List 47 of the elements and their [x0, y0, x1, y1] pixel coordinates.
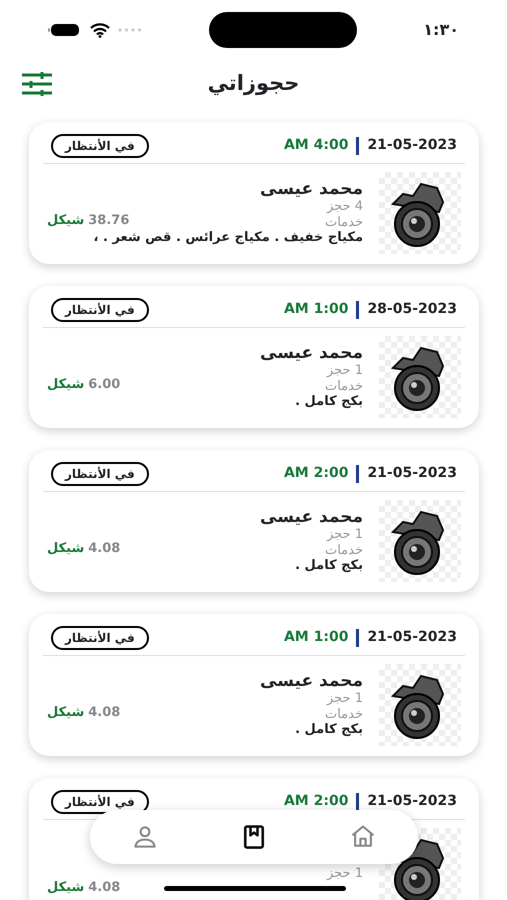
- price-amount: 38.76: [88, 212, 130, 230]
- services-list: مكياج خفيف . مكياج عرائس . قص شعر . ،: [47, 230, 363, 248]
- services-label: خدمات: [324, 542, 363, 558]
- booking-date: 21-05-2023: [367, 792, 457, 811]
- customer-name: محمد عيسى: [259, 342, 363, 364]
- filter-sliders-icon[interactable]: [22, 72, 52, 96]
- booking-time: AM 1:00: [284, 300, 348, 319]
- status-time: ١:٣٠: [423, 19, 459, 41]
- price-amount: 4.08: [88, 704, 120, 722]
- price-currency: شيكل: [47, 212, 84, 230]
- price-currency: شيكل: [47, 704, 84, 722]
- services-label: خدمات: [324, 378, 363, 394]
- booking-time: AM 1:00: [284, 628, 348, 647]
- price-currency: شيكل: [47, 540, 84, 558]
- price-amount: 4.08: [88, 879, 120, 898]
- status-pill: في الأنتظار: [51, 134, 149, 158]
- customer-name: محمد عيسى: [259, 506, 363, 528]
- booking-count: 4 حجز: [326, 199, 363, 215]
- booking-time: AM 2:00: [284, 792, 348, 811]
- page-title: حجوزاتي: [208, 71, 300, 97]
- booking-count: 1 حجز: [326, 363, 363, 379]
- customer-name: محمد عيسى: [259, 178, 363, 200]
- services-label: خدمات: [324, 214, 363, 230]
- booking-date: 28-05-2023: [367, 300, 457, 319]
- booking-time: AM 4:00: [284, 136, 348, 155]
- services-list: بكج كامل .: [47, 722, 363, 740]
- customer-name: محمد عيسى: [259, 670, 363, 692]
- booking-count: 1 حجز: [326, 691, 363, 707]
- booking-time: AM 2:00: [284, 464, 348, 483]
- signal-icon: [118, 28, 142, 32]
- status-pill: في الأنتظار: [51, 462, 149, 486]
- status-pill: في الأنتظار: [51, 298, 149, 322]
- booking-count: 1 حجز: [326, 866, 363, 882]
- battery-icon: [48, 23, 82, 37]
- services-list: بكج كامل .: [47, 394, 363, 412]
- price-amount: 4.08: [88, 540, 120, 558]
- services-list: بكج كامل .: [47, 558, 363, 576]
- wifi-icon: [90, 22, 110, 38]
- booking-count: 1 حجز: [326, 527, 363, 543]
- booking-date: 21-05-2023: [367, 136, 457, 155]
- price-amount: 6.00: [88, 376, 120, 394]
- booking-date: 21-05-2023: [367, 628, 457, 647]
- status-pill: في الأنتظار: [51, 626, 149, 650]
- price-currency: شيكل: [47, 376, 84, 394]
- price-currency: شيكل: [47, 879, 84, 898]
- booking-date: 21-05-2023: [367, 464, 457, 483]
- services-label: خدمات: [324, 706, 363, 722]
